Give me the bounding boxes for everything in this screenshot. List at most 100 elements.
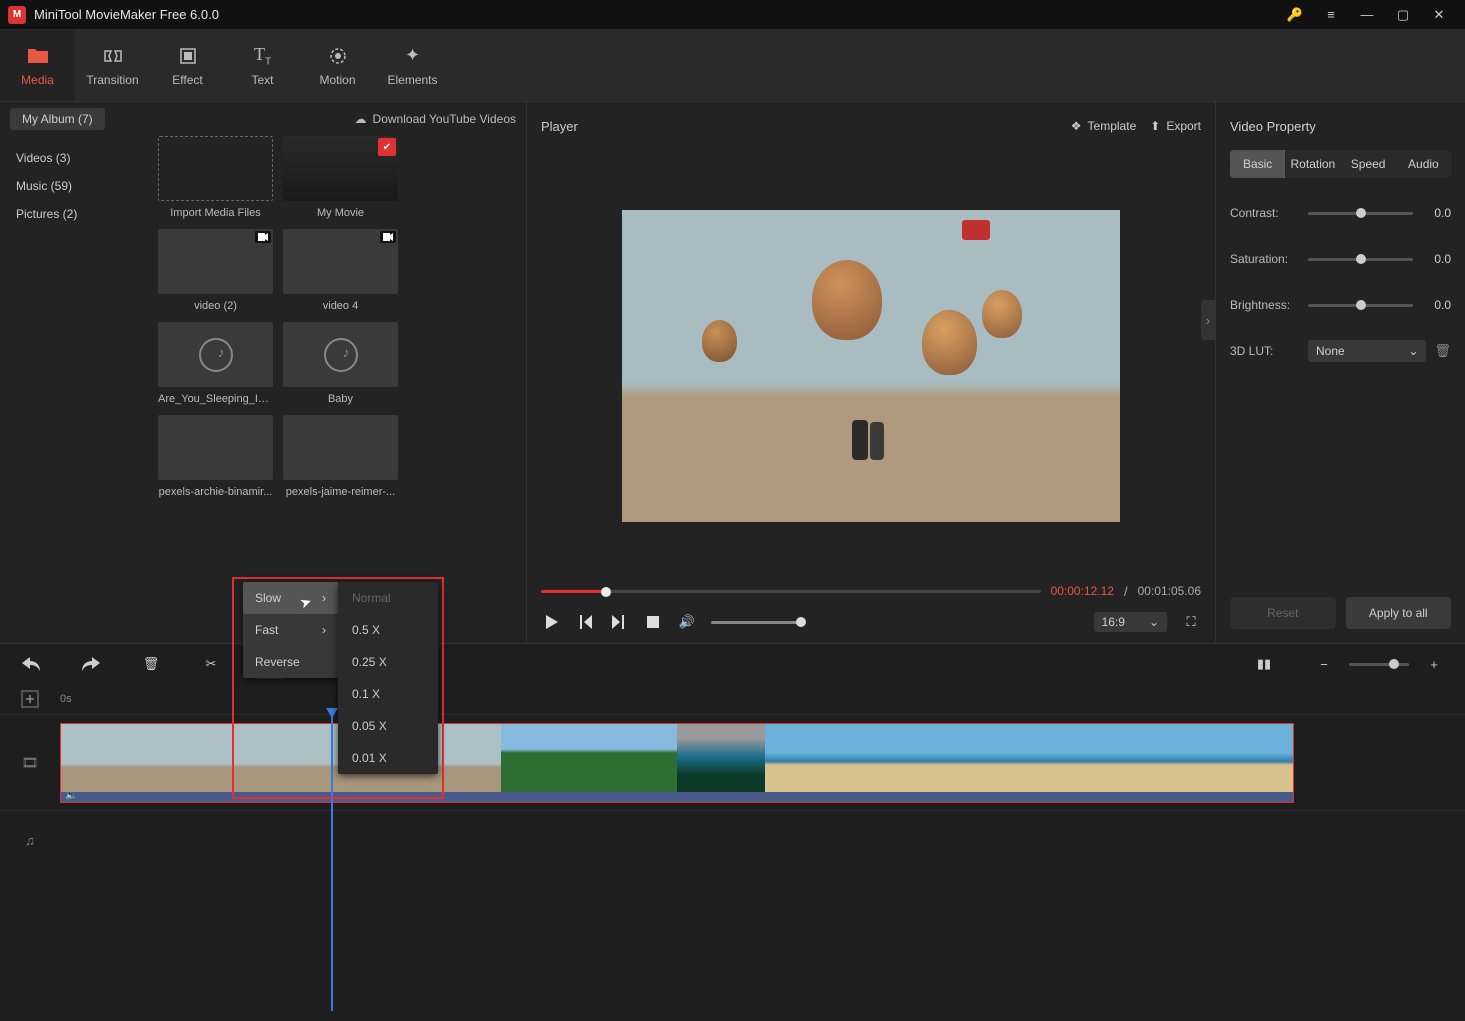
volume-slider[interactable]: [711, 621, 801, 624]
speed-slow[interactable]: Slow›: [243, 582, 338, 614]
contrast-slider[interactable]: [1308, 212, 1413, 215]
progress-bar[interactable]: 00:00:12.12 / 00:01:05.06: [527, 581, 1215, 601]
media-item[interactable]: video (2): [158, 229, 273, 312]
minimize-button[interactable]: —: [1349, 0, 1385, 30]
add-track-button[interactable]: [18, 687, 42, 711]
properties-tabs: Basic Rotation Speed Audio: [1230, 150, 1451, 178]
nav-label: Media: [21, 73, 54, 87]
nav-elements[interactable]: ✦ Elements: [375, 30, 450, 101]
tab-rotation[interactable]: Rotation: [1285, 150, 1340, 178]
speed-0-25x[interactable]: 0.25 X: [338, 646, 438, 678]
download-youtube-button[interactable]: ☁ Download YouTube Videos: [355, 112, 516, 126]
play-button[interactable]: [541, 612, 561, 632]
zoom-out-button[interactable]: −: [1309, 649, 1339, 679]
image-thumb: [283, 415, 398, 480]
music-note-icon: [324, 338, 358, 372]
sidebar-videos[interactable]: Videos (3): [0, 144, 150, 172]
clip-thumb[interactable]: [677, 724, 765, 796]
clip-thumb[interactable]: [1117, 724, 1205, 796]
template-button[interactable]: ❖Template: [1071, 119, 1136, 133]
playhead[interactable]: [331, 714, 333, 1011]
speed-0-1x[interactable]: 0.1 X: [338, 678, 438, 710]
delete-button[interactable]: 🗑: [136, 649, 166, 679]
media-item[interactable]: video 4: [283, 229, 398, 312]
clip-thumb[interactable]: [589, 724, 677, 796]
export-button[interactable]: ⬆Export: [1150, 119, 1201, 133]
media-item-import[interactable]: Import Media Files: [158, 136, 273, 219]
nav-label: Transition: [86, 73, 138, 87]
fit-button[interactable]: ▮▮: [1249, 649, 1279, 679]
redo-button[interactable]: [76, 649, 106, 679]
nav-text[interactable]: TT Text: [225, 30, 300, 101]
nav-media[interactable]: Media: [0, 30, 75, 101]
video-track[interactable]: 🎞 🔈: [0, 714, 1465, 810]
stop-button[interactable]: [643, 612, 663, 632]
speed-normal[interactable]: Normal: [338, 582, 438, 614]
clip-thumb[interactable]: [941, 724, 1029, 796]
license-key-icon[interactable]: 🔑: [1277, 0, 1313, 30]
volume-icon[interactable]: 🔊: [677, 612, 697, 632]
media-item[interactable]: Baby: [283, 322, 398, 405]
video-preview[interactable]: [622, 210, 1120, 522]
speed-0-01x[interactable]: 0.01 X: [338, 742, 438, 774]
speed-0-5x[interactable]: 0.5 X: [338, 614, 438, 646]
aspect-ratio-select[interactable]: 16:9⌄: [1094, 612, 1167, 632]
nav-motion[interactable]: Motion: [300, 30, 375, 101]
hamburger-menu-icon[interactable]: ≡: [1313, 0, 1349, 30]
media-item[interactable]: Are_You_Sleeping_In...: [158, 322, 273, 405]
sidebar-pictures[interactable]: Pictures (2): [0, 200, 150, 228]
zoom-slider[interactable]: [1349, 663, 1409, 666]
apply-all-button[interactable]: Apply to all: [1346, 597, 1452, 629]
lut-select[interactable]: None⌄: [1308, 340, 1426, 362]
clip-thumb[interactable]: [237, 724, 325, 796]
timeline-ruler[interactable]: 0s: [0, 684, 1465, 714]
clip-thumb[interactable]: [1029, 724, 1117, 796]
trash-icon[interactable]: 🗑: [1434, 343, 1451, 359]
reset-button[interactable]: Reset: [1230, 597, 1336, 629]
clip-thumb[interactable]: [765, 724, 853, 796]
clip-thumb[interactable]: [149, 724, 237, 796]
media-item[interactable]: pexels-jaime-reimer-...: [283, 415, 398, 498]
properties-title: Video Property: [1216, 102, 1465, 150]
close-button[interactable]: ✕: [1421, 0, 1457, 30]
sidebar-music[interactable]: Music (59): [0, 172, 150, 200]
tab-basic[interactable]: Basic: [1230, 150, 1285, 178]
layers-icon: ❖: [1071, 119, 1082, 133]
prev-frame-button[interactable]: [575, 612, 595, 632]
zoom-in-button[interactable]: +: [1419, 649, 1449, 679]
undo-button[interactable]: [16, 649, 46, 679]
video-clips[interactable]: 🔈: [60, 723, 1294, 803]
video-thumb: ✔: [283, 136, 398, 201]
speed-reverse[interactable]: Reverse: [243, 646, 338, 678]
saturation-slider[interactable]: [1308, 258, 1413, 261]
speed-fast[interactable]: Fast›: [243, 614, 338, 646]
time-current: 00:00:12.12: [1051, 584, 1114, 598]
brightness-slider[interactable]: [1308, 304, 1413, 307]
nav-effect[interactable]: Effect: [150, 30, 225, 101]
media-item[interactable]: pexels-archie-binamir...: [158, 415, 273, 498]
chevron-right-icon: ›: [322, 591, 326, 605]
clip-thumb[interactable]: [61, 724, 149, 796]
media-item[interactable]: ✔ My Movie: [283, 136, 398, 219]
clip-thumb[interactable]: [501, 724, 589, 796]
nav-transition[interactable]: Transition: [75, 30, 150, 101]
audio-track[interactable]: ♫: [0, 810, 1465, 870]
tab-speed[interactable]: Speed: [1341, 150, 1396, 178]
album-selector[interactable]: My Album (7): [10, 108, 105, 130]
next-frame-button[interactable]: [609, 612, 629, 632]
fullscreen-button[interactable]: ⛶: [1181, 612, 1201, 632]
speed-0-05x[interactable]: 0.05 X: [338, 710, 438, 742]
split-button[interactable]: ✂: [196, 649, 226, 679]
motion-icon: [327, 45, 349, 67]
clip-thumb[interactable]: [853, 724, 941, 796]
chevron-right-icon: ›: [322, 623, 326, 637]
tab-audio[interactable]: Audio: [1396, 150, 1451, 178]
maximize-button[interactable]: ▢: [1385, 0, 1421, 30]
progress-knob[interactable]: [601, 587, 611, 597]
media-label: video (2): [194, 300, 237, 312]
media-label: video 4: [323, 300, 358, 312]
clip-audio-strip: 🔈: [61, 792, 1293, 802]
panel-collapse-handle[interactable]: ›: [1201, 300, 1215, 340]
clip-thumb[interactable]: [1205, 724, 1293, 796]
ruler-label: 0s: [60, 693, 72, 705]
